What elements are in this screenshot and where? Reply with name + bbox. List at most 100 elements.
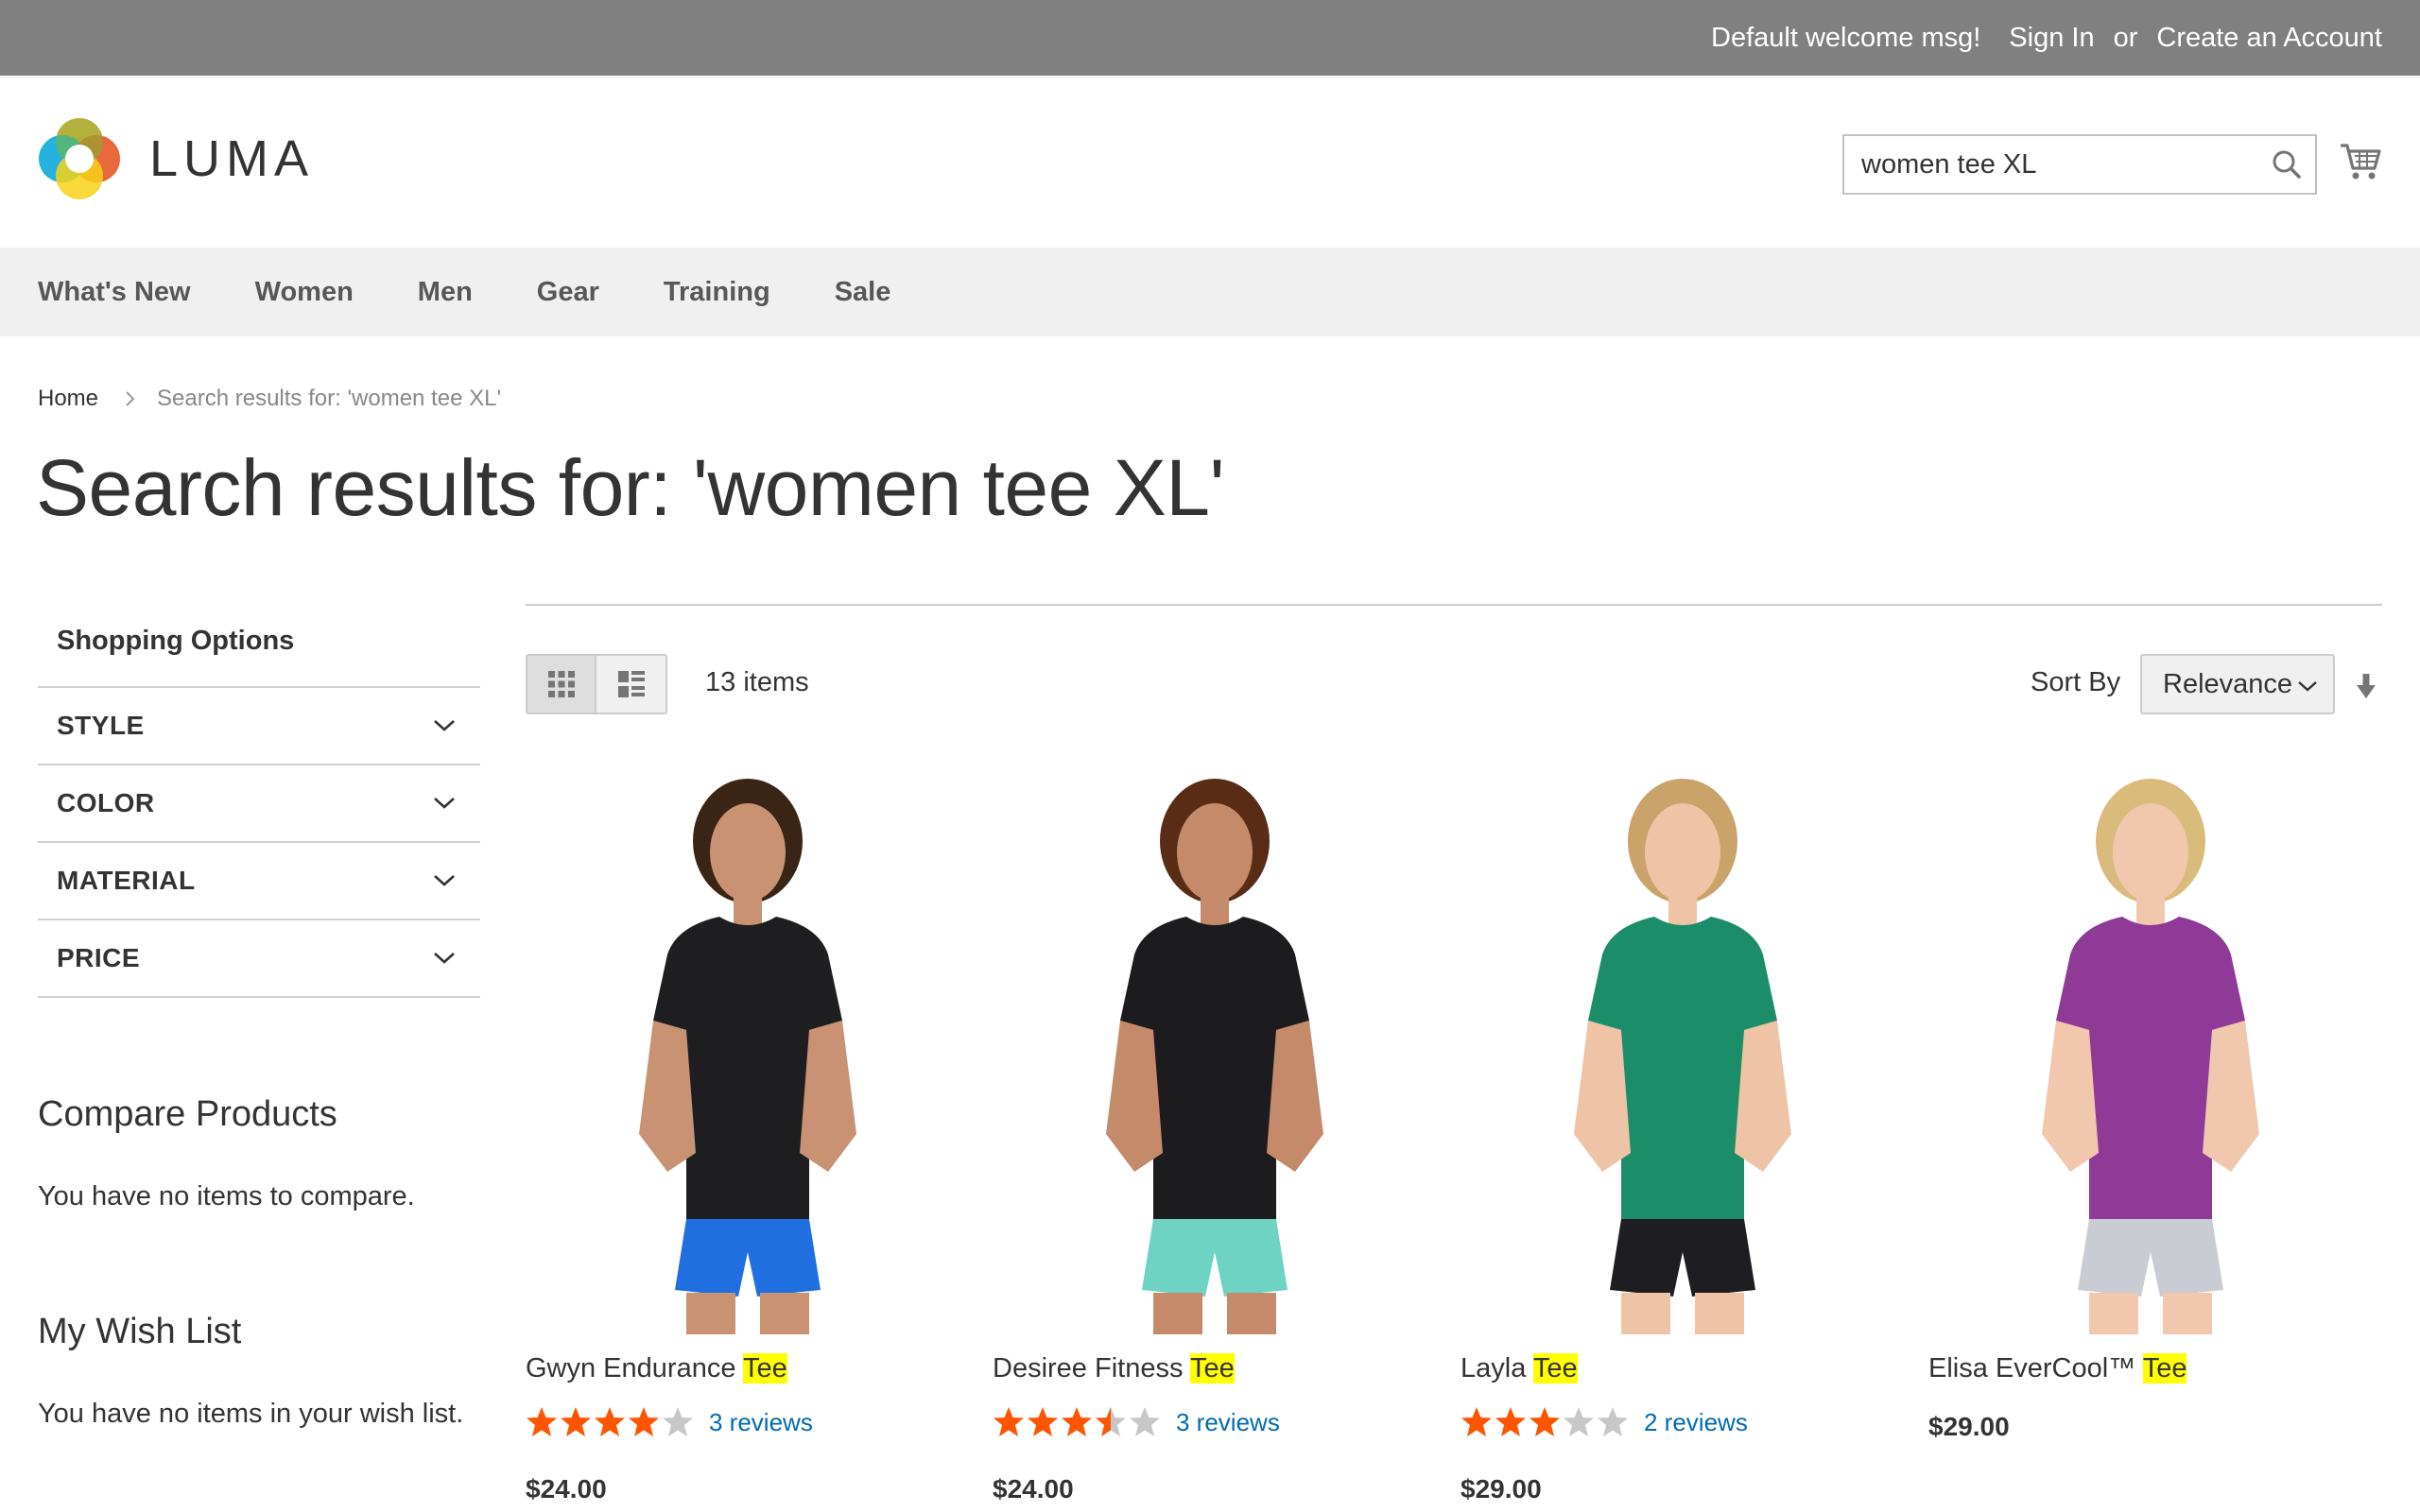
sidebar: Shopping Options STYLE COLOR MATERIAL PR… (38, 605, 480, 998)
sort-direction-arrow-icon[interactable] (2356, 673, 2377, 699)
breadcrumb-home[interactable]: Home (38, 386, 98, 412)
welcome-message: Default welcome msg! (1711, 22, 1981, 53)
or-separator: or (2113, 22, 2138, 53)
breadcrumb-current: Search results for: 'women tee XL' (157, 386, 502, 411)
product-name-link[interactable]: Elisa EverCool™ Tee (1928, 1353, 2187, 1384)
toolbar-divider (526, 604, 2382, 606)
cart-icon[interactable] (2339, 140, 2382, 183)
star-icon (1598, 1407, 1628, 1436)
product-price: $29.00 (1928, 1412, 2010, 1441)
grid-view-button[interactable] (527, 656, 597, 713)
chevron-down-icon (434, 875, 455, 886)
star-icon (994, 1407, 1024, 1436)
search-icon[interactable] (2272, 149, 2302, 180)
product-rating: 3 reviews (526, 1406, 813, 1438)
sign-in-link[interactable]: Sign In (2009, 23, 2094, 54)
breadcrumb: Home Search results for: 'women tee XL' (38, 386, 501, 412)
wish-list-title: My Wish List (38, 1312, 242, 1351)
star-icon (561, 1407, 591, 1436)
nav-item-whats-new[interactable]: What's New (38, 277, 191, 308)
product-name: Desiree Fitness (993, 1353, 1190, 1383)
product-card: Layla Tee 2 reviews $29.00 (1461, 775, 1905, 1503)
search-term-highlight: Tee (1532, 1353, 1578, 1383)
product-name: Elisa EverCool™ (1928, 1353, 2143, 1383)
chevron-down-icon (434, 953, 455, 964)
create-account-link[interactable]: Create an Account (2156, 23, 2382, 54)
product-photo[interactable] (1461, 775, 1905, 1334)
chevron-down-icon (434, 720, 455, 731)
product-card: Gwyn Endurance Tee 3 reviews $24.00 (526, 775, 970, 1503)
product-card: Desiree Fitness Tee 3 reviews $24.00 (993, 775, 1437, 1503)
main-navigation: What's New Women Men Gear Training Sale (0, 248, 2420, 336)
filter-style[interactable]: STYLE (38, 688, 480, 765)
product-photo[interactable] (526, 775, 970, 1334)
nav-item-sale[interactable]: Sale (835, 277, 891, 308)
list-icon (617, 671, 645, 697)
star-icon (1096, 1407, 1126, 1436)
product-price: $29.00 (1461, 1474, 1542, 1503)
header-links: Default welcome msg! Sign In or Create a… (1711, 0, 2382, 76)
star-icon (1564, 1407, 1594, 1436)
product-price: $24.00 (526, 1474, 607, 1503)
star-icon (595, 1407, 625, 1436)
star-icon (1062, 1407, 1092, 1436)
nav-item-women[interactable]: Women (255, 277, 354, 308)
chevron-down-icon (434, 798, 455, 809)
filter-label: COLOR (57, 788, 155, 817)
star-icon (1130, 1407, 1160, 1436)
star-icon (1530, 1407, 1560, 1436)
list-view-button[interactable] (596, 656, 666, 713)
compare-empty-text: You have no items to compare. (38, 1181, 415, 1211)
rating-stars (993, 1406, 1161, 1438)
top-panel: Default welcome msg! Sign In or Create a… (0, 0, 2420, 76)
product-name-link[interactable]: Layla Tee (1461, 1353, 1578, 1384)
product-photo[interactable] (1928, 775, 2373, 1334)
product-name: Gwyn Endurance (526, 1353, 743, 1383)
search-term-highlight: Tee (1190, 1353, 1235, 1383)
nav-item-men[interactable]: Men (418, 277, 473, 308)
product-rating: 3 reviews (993, 1406, 1280, 1438)
filter-label: PRICE (57, 943, 141, 972)
chevron-right-icon (126, 391, 135, 406)
filter-price[interactable]: PRICE (38, 920, 480, 998)
reviews-link[interactable]: 3 reviews (1176, 1408, 1280, 1437)
product-photo[interactable] (993, 775, 1437, 1334)
product-name-link[interactable]: Gwyn Endurance Tee (526, 1353, 787, 1384)
star-icon (1495, 1407, 1526, 1436)
star-icon (527, 1407, 557, 1436)
product-name-link[interactable]: Desiree Fitness Tee (993, 1353, 1235, 1384)
sort-by-select[interactable]: Relevance (2140, 654, 2335, 714)
logo-text: LUMA (149, 130, 315, 187)
star-icon (1028, 1407, 1058, 1436)
product-card: Elisa EverCool™ Tee $29.00 (1928, 775, 2373, 1441)
wish-list-empty-text: You have no items in your wish list. (38, 1399, 464, 1429)
shopping-options-title: Shopping Options (38, 605, 480, 688)
compare-products-title: Compare Products (38, 1094, 337, 1134)
star-icon (1461, 1407, 1492, 1436)
search-term-highlight: Tee (743, 1353, 787, 1383)
star-icon (663, 1407, 693, 1436)
product-name: Layla (1461, 1353, 1533, 1383)
page-title: Search results for: 'women tee XL' (36, 443, 1225, 532)
filter-label: MATERIAL (57, 866, 196, 895)
product-rating: 2 reviews (1461, 1406, 1748, 1438)
search-term-highlight: Tee (2142, 1353, 2187, 1383)
reviews-link[interactable]: 2 reviews (1644, 1408, 1748, 1437)
rating-stars (1461, 1406, 1629, 1438)
nav-item-gear[interactable]: Gear (537, 277, 599, 308)
filter-material[interactable]: MATERIAL (38, 843, 480, 920)
filter-color[interactable]: COLOR (38, 765, 480, 843)
rating-stars (526, 1406, 694, 1438)
view-mode-switch (526, 654, 667, 714)
search-input[interactable] (1844, 136, 2260, 193)
grid-icon (547, 671, 575, 697)
product-price: $24.00 (993, 1474, 1074, 1503)
chevron-down-icon (2298, 681, 2317, 692)
filter-label: STYLE (57, 711, 145, 740)
reviews-link[interactable]: 3 reviews (709, 1408, 813, 1437)
nav-item-training[interactable]: Training (664, 277, 770, 308)
luma-logo-icon (39, 118, 120, 199)
logo[interactable]: LUMA (38, 117, 314, 200)
star-icon (629, 1407, 659, 1436)
items-count: 13 items (705, 667, 809, 697)
